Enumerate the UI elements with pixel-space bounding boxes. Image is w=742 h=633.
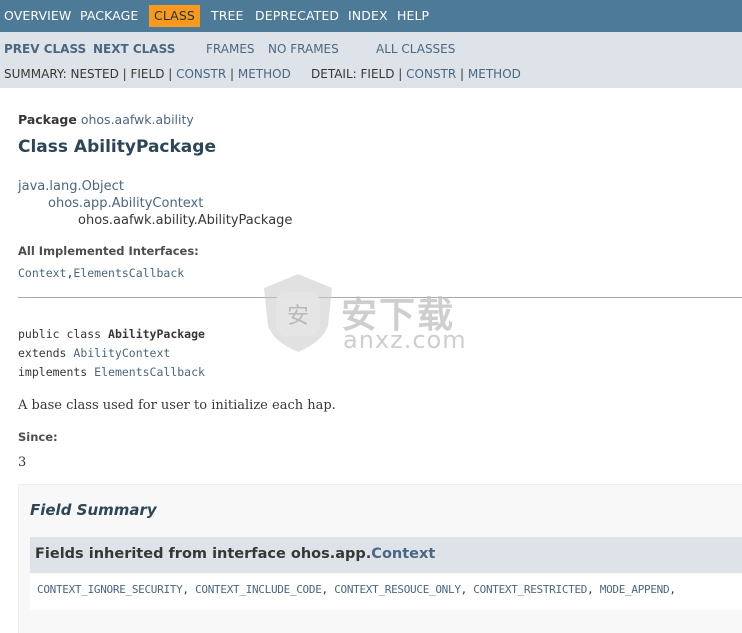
- field-link[interactable]: CONTEXT_IGNORE_SECURITY: [37, 583, 183, 596]
- inherited-fields-heading: Fields inherited from interface ohos.app…: [35, 546, 435, 562]
- field-separator: ,: [460, 583, 474, 596]
- summary-sep: |: [226, 67, 238, 81]
- summary-line: SUMMARY: NESTED | FIELD | CONSTR | METHO…: [4, 67, 291, 81]
- detail-label: DETAIL: FIELD |: [311, 67, 407, 81]
- detail-method-link[interactable]: METHOD: [468, 67, 521, 81]
- watermark-shield-glyph: 安: [287, 304, 309, 329]
- decl-class-prefix: public class: [18, 327, 109, 341]
- package-name-link[interactable]: ohos.aafwk.ability: [81, 112, 194, 127]
- nav-overview[interactable]: OVERVIEW: [4, 5, 71, 27]
- field-separator: ,: [669, 583, 676, 596]
- interface-elementscallback-link[interactable]: ElementsCallback: [73, 266, 184, 280]
- declaration-line-1: public class AbilityPackage: [18, 327, 205, 341]
- next-class-link[interactable]: NEXT CLASS: [93, 42, 175, 56]
- inheritance-abilitycontext-link[interactable]: ohos.app.AbilityContext: [48, 196, 203, 211]
- no-frames-link[interactable]: NO FRAMES: [268, 42, 339, 56]
- decl-implements-link[interactable]: ElementsCallback: [94, 365, 205, 379]
- field-separator: ,: [182, 583, 196, 596]
- inheritance-current-class: ohos.aafwk.ability.AbilityPackage: [78, 213, 293, 228]
- inherited-fields-prefix: Fields inherited from interface ohos.app…: [35, 546, 372, 562]
- decl-implements-prefix: implements: [18, 365, 95, 379]
- interface-context-link[interactable]: Context: [18, 266, 66, 280]
- all-classes-link[interactable]: ALL CLASSES: [376, 42, 455, 56]
- prev-class-link[interactable]: PREV CLASS: [4, 42, 86, 56]
- summary-constr-link[interactable]: CONSTR: [176, 67, 226, 81]
- inheritance-object-link[interactable]: java.lang.Object: [18, 179, 124, 194]
- since-label: Since:: [18, 430, 58, 444]
- watermark-subtext: anxz.com: [343, 326, 467, 354]
- inherited-context-link[interactable]: Context: [371, 546, 435, 562]
- top-nav-bar: OVERVIEW PACKAGE CLASS TREE DEPRECATED I…: [0, 0, 742, 32]
- decl-class-name: AbilityPackage: [108, 327, 205, 341]
- nav-package[interactable]: PACKAGE: [80, 5, 138, 27]
- field-link[interactable]: MODE_APPEND: [600, 583, 670, 596]
- package-label: Package: [18, 112, 77, 127]
- field-link[interactable]: CONTEXT_RESOUCE_ONLY: [334, 583, 461, 596]
- field-link[interactable]: CONTEXT_RESTRICTED: [473, 583, 587, 596]
- interfaces-list: Context,ElementsCallback: [18, 266, 184, 280]
- detail-sep: |: [456, 67, 468, 81]
- summary-label: SUMMARY: NESTED | FIELD |: [4, 67, 177, 81]
- detail-constr-link[interactable]: CONSTR: [406, 67, 456, 81]
- field-summary-title: Field Summary: [30, 501, 157, 519]
- sub-nav-bar: PREV CLASS NEXT CLASS FRAMES NO FRAMES A…: [0, 32, 742, 88]
- since-value: 3: [18, 455, 27, 470]
- nav-class-active[interactable]: CLASS: [149, 5, 200, 27]
- declaration-line-2: extends AbilityContext: [18, 346, 170, 360]
- nav-index[interactable]: INDEX: [348, 5, 388, 27]
- inherited-fields-codes: CONTEXT_IGNORE_SECURITY, CONTEXT_INCLUDE…: [37, 583, 676, 596]
- nav-tree[interactable]: TREE: [211, 5, 244, 27]
- decl-extends-link[interactable]: AbilityContext: [73, 346, 170, 360]
- nav-help[interactable]: HELP: [397, 5, 429, 27]
- field-separator: ,: [321, 583, 335, 596]
- declaration-line-3: implements ElementsCallback: [18, 365, 205, 379]
- detail-line: DETAIL: FIELD | CONSTR | METHOD: [311, 67, 521, 81]
- class-description: A base class used for user to initialize…: [18, 398, 336, 413]
- field-separator: ,: [587, 583, 600, 596]
- nav-deprecated[interactable]: DEPRECATED: [255, 5, 339, 27]
- decl-extends-prefix: extends: [18, 346, 74, 360]
- class-title: Class AbilityPackage: [18, 137, 216, 157]
- package-line: Package ohos.aafwk.ability: [18, 112, 194, 127]
- implemented-interfaces-label: All Implemented Interfaces:: [18, 244, 199, 258]
- watermark-shield-icon: 安: [264, 274, 332, 352]
- field-link[interactable]: CONTEXT_INCLUDE_CODE: [195, 583, 322, 596]
- frames-link[interactable]: FRAMES: [206, 42, 255, 56]
- summary-method-link[interactable]: METHOD: [238, 67, 291, 81]
